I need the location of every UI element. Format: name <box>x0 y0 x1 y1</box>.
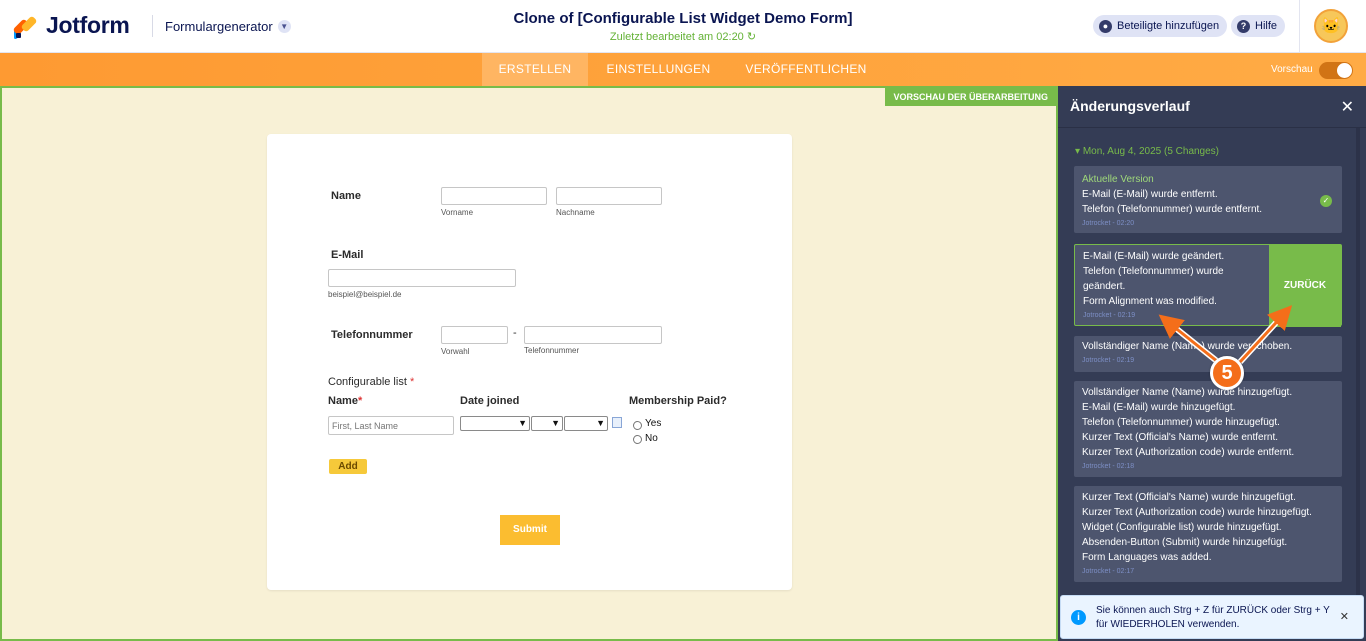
step-number-badge: 5 <box>1210 356 1244 390</box>
arrow-left <box>1158 314 1219 364</box>
arrow-right <box>1238 305 1293 364</box>
annotation-arrows <box>1158 305 1293 365</box>
